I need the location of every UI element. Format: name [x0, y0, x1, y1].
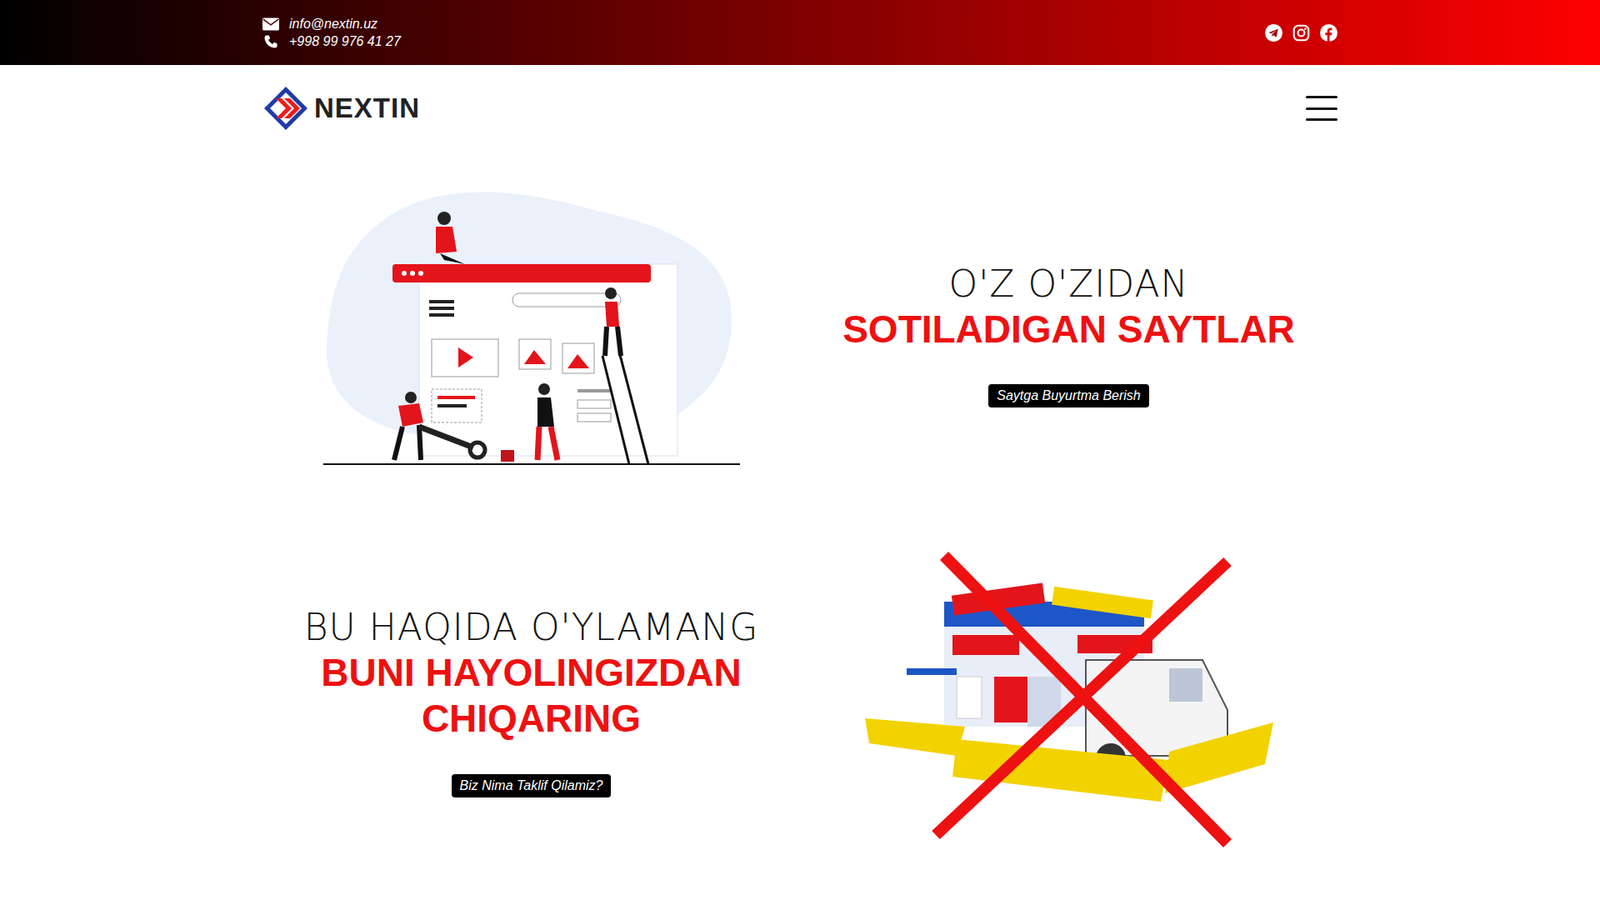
logo-diamond-icon — [262, 85, 310, 132]
facebook-icon[interactable] — [1320, 24, 1338, 42]
hero-text: O'Z O'ZIDANSOTILADIGAN SAYTLAR Saytga Buy… — [800, 262, 1338, 408]
contacts: info@nextin.uz +998 99 976 41 27 — [262, 16, 401, 50]
menu-line — [1305, 107, 1338, 110]
top-bar: info@nextin.uz +998 99 976 41 27 — [0, 0, 1600, 65]
web-studio-illustration-icon — [319, 185, 745, 485]
menu-line — [1305, 118, 1338, 121]
offer-illustration — [800, 551, 1338, 852]
header: NEXTIN — [0, 65, 1600, 152]
heading-highlight: CHIQARING — [421, 695, 641, 742]
top-bar-container: info@nextin.uz +998 99 976 41 27 — [262, 0, 1338, 65]
telegram-icon[interactable] — [1265, 24, 1283, 42]
heading-line: O'Z O'ZIDAN — [949, 262, 1190, 307]
crossed-out-advertising-icon — [860, 551, 1278, 852]
hero-text-button[interactable]: Saytga Buyurtma Berish — [988, 384, 1150, 408]
phone-link[interactable]: +998 99 976 41 27 — [289, 34, 401, 50]
social-links — [1265, 24, 1338, 42]
phone-icon — [262, 34, 280, 50]
phone-row[interactable]: +998 99 976 41 27 — [262, 34, 401, 50]
hero-illustration — [262, 185, 800, 485]
hero-section: O'Z O'ZIDANSOTILADIGAN SAYTLAR Saytga Buy… — [262, 176, 1338, 494]
menu-line — [1305, 95, 1338, 99]
offer-text: BU HAQIDA O'YLAMANGBUNI HAYOLINGIZDANCHI… — [262, 605, 800, 797]
logo-text[interactable]: NEXTIN — [314, 92, 420, 125]
instagram-icon[interactable] — [1292, 24, 1310, 42]
heading-highlight: SOTILADIGAN SAYTLAR — [842, 306, 1295, 353]
offer-section: BU HAQIDA O'YLAMANGBUNI HAYOLINGIZDANCHI… — [262, 551, 1338, 852]
email-row[interactable]: info@nextin.uz — [262, 16, 401, 32]
envelope-icon — [262, 16, 280, 32]
offer-text-button[interactable]: Biz Nima Taklif Qilamiz? — [451, 774, 612, 798]
email-link[interactable]: info@nextin.uz — [289, 16, 378, 32]
menu-button[interactable] — [1305, 95, 1338, 121]
logo[interactable]: NEXTIN — [262, 85, 420, 132]
header-container: NEXTIN — [262, 65, 1338, 152]
heading-line: BU HAQIDA O'YLAMANG — [304, 605, 760, 650]
heading-highlight: BUNI HAYOLINGIZDAN — [320, 650, 741, 696]
